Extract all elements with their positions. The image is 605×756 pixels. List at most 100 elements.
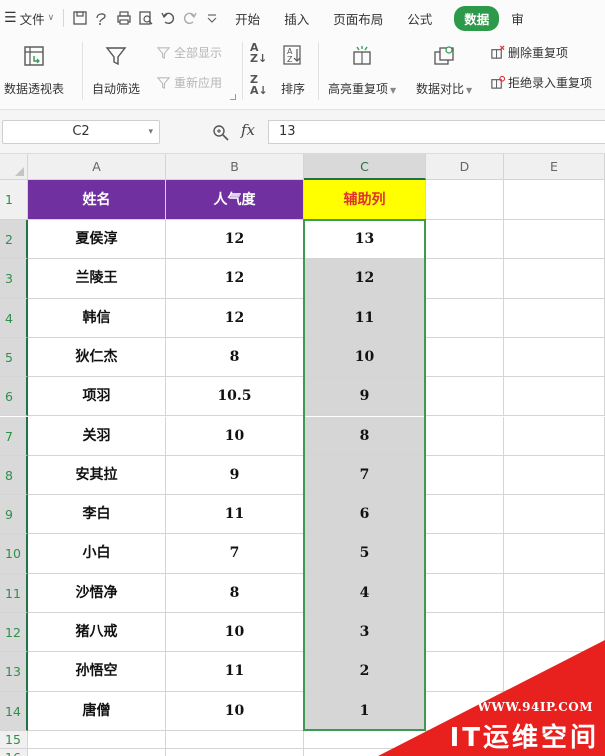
empty-cell[interactable] <box>504 495 605 535</box>
save-icon[interactable] <box>69 7 91 29</box>
table-cell-name[interactable]: 小白 <box>28 534 166 574</box>
table-cell-helper[interactable]: 3 <box>304 613 426 653</box>
reject-duplicates-button[interactable]: 拒绝录入重复项 <box>490 74 592 91</box>
row-header-14[interactable]: 14 <box>0 691 28 731</box>
formula-input[interactable]: 13 <box>268 120 605 144</box>
table-cell-helper[interactable]: 10 <box>304 337 426 378</box>
table-cell-helper[interactable]: 12 <box>304 259 426 299</box>
empty-cell[interactable] <box>504 748 605 756</box>
row-header-16[interactable]: 16 <box>0 748 28 756</box>
row-header-5[interactable]: 5 <box>0 337 28 378</box>
header-cell-name[interactable]: 姓名 <box>28 180 166 220</box>
table-cell-name[interactable]: 安其拉 <box>28 455 166 496</box>
undo-icon[interactable] <box>157 7 179 29</box>
empty-cell[interactable] <box>504 534 605 574</box>
column-header-e[interactable]: E <box>504 154 605 180</box>
customize-quick-access-icon[interactable] <box>201 7 223 29</box>
table-cell-popularity[interactable]: 12 <box>166 259 304 299</box>
empty-cell[interactable] <box>426 416 504 456</box>
table-cell-popularity[interactable]: 9 <box>166 455 304 496</box>
table-cell-name[interactable]: 孙悟空 <box>28 652 166 692</box>
file-menu-button[interactable]: ☰ 文件 ∨ <box>0 0 58 36</box>
empty-cell[interactable] <box>304 748 426 756</box>
row-header-10[interactable]: 10 <box>0 534 28 574</box>
empty-cell[interactable] <box>504 573 605 613</box>
table-cell-helper[interactable]: 11 <box>304 298 426 338</box>
tab-data[interactable]: 数据 <box>454 0 500 36</box>
export-icon[interactable] <box>91 7 113 29</box>
empty-cell[interactable] <box>504 220 605 260</box>
table-cell-popularity[interactable]: 7 <box>166 534 304 574</box>
empty-cell[interactable] <box>504 455 605 496</box>
row-header-13[interactable]: 13 <box>0 652 28 692</box>
show-all-button[interactable]: 全部显示 <box>156 44 222 61</box>
table-cell-name[interactable]: 夏侯淳 <box>28 220 166 260</box>
empty-cell[interactable] <box>504 652 605 692</box>
table-cell-name[interactable]: 狄仁杰 <box>28 337 166 378</box>
row-header-4[interactable]: 4 <box>0 298 28 338</box>
table-cell-name[interactable]: 猪八戒 <box>28 613 166 653</box>
row-header-1[interactable]: 1 <box>0 180 28 220</box>
empty-cell[interactable] <box>504 298 605 338</box>
empty-cell[interactable] <box>504 259 605 299</box>
table-cell-name[interactable]: 兰陵王 <box>28 259 166 299</box>
empty-cell[interactable] <box>426 748 504 756</box>
table-cell-popularity[interactable]: 10 <box>166 613 304 653</box>
highlight-duplicates-button[interactable]: 高亮重复项 ▼ <box>328 42 396 97</box>
row-header-11[interactable]: 11 <box>0 573 28 613</box>
row-header-3[interactable]: 3 <box>0 259 28 299</box>
remove-duplicates-button[interactable]: 删除重复项 <box>490 44 568 61</box>
sort-descending-icon[interactable]: Z A↓ <box>250 74 268 96</box>
table-cell-popularity[interactable]: 10 <box>166 691 304 731</box>
auto-filter-button[interactable]: 自动筛选 <box>92 42 140 97</box>
empty-cell[interactable] <box>426 259 504 299</box>
row-header-7[interactable]: 7 <box>0 416 28 456</box>
table-cell-helper[interactable]: 13 <box>304 220 426 260</box>
header-cell-helper[interactable]: 辅助列 <box>304 180 426 220</box>
spreadsheet-grid[interactable]: ABCDE12345678910111213141516姓名人气度辅助列夏侯淳1… <box>0 154 605 756</box>
empty-cell[interactable] <box>304 730 426 749</box>
row-header-6[interactable]: 6 <box>0 377 28 417</box>
empty-cell[interactable] <box>504 691 605 731</box>
row-header-12[interactable]: 12 <box>0 613 28 653</box>
empty-cell[interactable] <box>426 730 504 749</box>
table-cell-helper[interactable]: 2 <box>304 652 426 692</box>
empty-cell[interactable] <box>426 691 504 731</box>
table-cell-popularity[interactable]: 12 <box>166 220 304 260</box>
table-cell-name[interactable]: 韩信 <box>28 298 166 338</box>
table-cell-popularity[interactable]: 10 <box>166 416 304 456</box>
table-cell-helper[interactable]: 6 <box>304 495 426 535</box>
row-header-8[interactable]: 8 <box>0 455 28 496</box>
empty-cell[interactable] <box>426 573 504 613</box>
empty-cell[interactable] <box>504 377 605 417</box>
column-header-b[interactable]: B <box>166 154 304 180</box>
table-cell-helper[interactable]: 5 <box>304 534 426 574</box>
table-cell-name[interactable]: 关羽 <box>28 416 166 456</box>
zoom-icon[interactable] <box>212 124 230 142</box>
empty-cell[interactable] <box>504 180 605 220</box>
table-cell-name[interactable]: 沙悟净 <box>28 573 166 613</box>
header-cell-popularity[interactable]: 人气度 <box>166 180 304 220</box>
chevron-down-icon[interactable]: ▾ <box>148 121 153 143</box>
empty-cell[interactable] <box>504 613 605 653</box>
table-cell-popularity[interactable]: 8 <box>166 337 304 378</box>
empty-cell[interactable] <box>426 534 504 574</box>
empty-cell[interactable] <box>426 652 504 692</box>
print-icon[interactable] <box>113 7 135 29</box>
empty-cell[interactable] <box>166 730 304 749</box>
tab-insert[interactable]: 插入 <box>272 0 321 36</box>
table-cell-helper[interactable]: 8 <box>304 416 426 456</box>
sort-ascending-icon[interactable]: A Z↓ <box>250 42 267 64</box>
table-cell-name[interactable]: 李白 <box>28 495 166 535</box>
data-compare-button[interactable]: 数据对比 ▼ <box>416 42 472 97</box>
table-cell-popularity[interactable]: 8 <box>166 573 304 613</box>
empty-cell[interactable] <box>426 220 504 260</box>
row-header-15[interactable]: 15 <box>0 730 28 749</box>
empty-cell[interactable] <box>426 495 504 535</box>
tab-formulas[interactable]: 公式 <box>395 0 444 36</box>
table-cell-helper[interactable]: 1 <box>304 691 426 731</box>
table-cell-name[interactable]: 唐僧 <box>28 691 166 731</box>
tab-review[interactable]: 审 <box>509 0 536 36</box>
column-header-c[interactable]: C <box>304 154 426 180</box>
reapply-button[interactable]: 重新应用 <box>156 74 222 91</box>
